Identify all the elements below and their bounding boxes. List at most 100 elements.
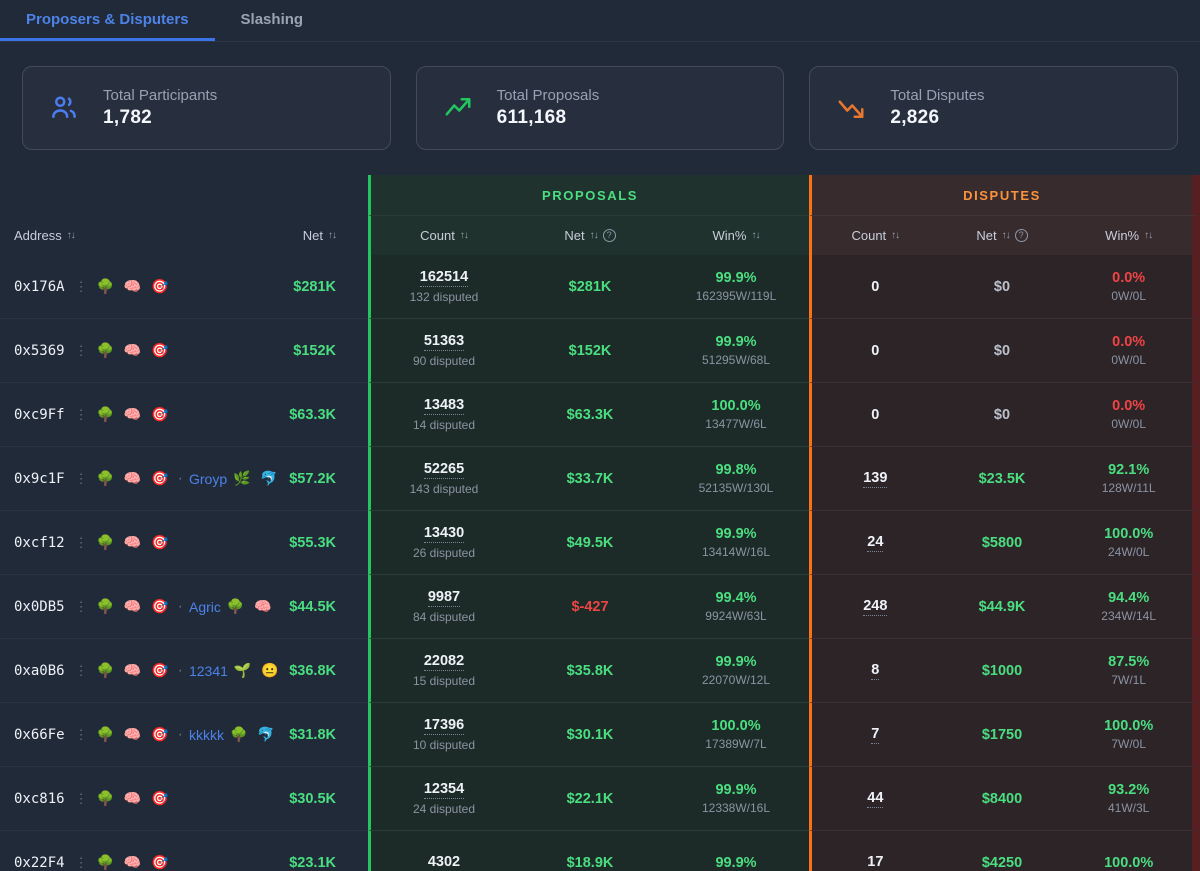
dispute-count[interactable]: 44	[867, 790, 884, 808]
cell-stack: $1750	[939, 703, 1066, 766]
kebab-menu-icon[interactable]: ⋮	[75, 471, 88, 487]
cell-stack: 162514 132 disputed	[371, 255, 517, 318]
kebab-menu-icon[interactable]: ⋮	[75, 791, 88, 807]
proposal-count[interactable]: 162514	[419, 269, 469, 287]
address-link[interactable]: 0xc9Ff	[14, 407, 65, 423]
proposal-count[interactable]: 9987	[427, 589, 461, 607]
sort-proposals-net-header[interactable]: Net ↑↓ ?	[517, 216, 663, 255]
table-row[interactable]: 0xc816 ⋮ 🌳 🧠 🎯 $30.5K 12354 24 disputed $22.1K…	[0, 767, 1200, 831]
cell-stack: 4302	[371, 831, 517, 871]
address-link[interactable]: 0xc816	[14, 791, 65, 807]
profile-name-link[interactable]: kkkkk	[189, 727, 224, 743]
dispute-record: 0W/0L	[1111, 417, 1146, 431]
kebab-menu-icon[interactable]: ⋮	[75, 279, 88, 295]
proposal-count[interactable]: 52265	[423, 461, 465, 479]
table-row[interactable]: 0xcf12 ⋮ 🌳 🧠 🎯 $55.3K 13430 26 disputed $49.5K…	[0, 511, 1200, 575]
net-header-label: Net	[976, 228, 997, 243]
sort-disputes-win-header[interactable]: Win% ↑↓	[1065, 216, 1192, 255]
kebab-menu-icon[interactable]: ⋮	[75, 663, 88, 679]
profile-name-emojis: 🌳 🧠	[226, 598, 275, 614]
proposal-count[interactable]: 51363	[423, 333, 465, 351]
kebab-menu-icon[interactable]: ⋮	[75, 407, 88, 423]
address-link[interactable]: 0x5369	[14, 343, 65, 359]
cell-stack: 0	[812, 255, 939, 318]
card-value: 611,168	[496, 107, 567, 128]
proposal-count[interactable]: 4302	[427, 854, 461, 871]
sort-proposals-count-header[interactable]: Count ↑↓	[371, 216, 517, 255]
disputes-cells: 17 $4250 100.0%	[809, 831, 1200, 871]
proposal-count[interactable]: 12354	[423, 781, 465, 799]
total-net-value: $30.5K	[289, 790, 336, 807]
users-icon	[52, 96, 76, 118]
address-link[interactable]: 0x0DB5	[14, 599, 65, 615]
dispute-count[interactable]: 7	[871, 726, 880, 744]
table-row[interactable]: 0x66Fe ⋮ 🌳 🧠 🎯 · kkkkk 🌳 🐬 $31.8K 17396 10 dispu…	[0, 703, 1200, 767]
sort-disputes-net-header[interactable]: Net ↑↓ ?	[939, 216, 1066, 255]
dispute-net: $0	[993, 278, 1011, 295]
info-icon[interactable]: ?	[1014, 229, 1028, 242]
address-badge-emojis: 🌳 🧠 🎯	[96, 854, 172, 870]
table-row[interactable]: 0x22F4 ⋮ 🌳 🧠 🎯 $23.1K 4302 $18.9K 99.9% 17 $4250…	[0, 831, 1200, 871]
dispute-net: $1000	[981, 662, 1023, 679]
kebab-menu-icon[interactable]: ⋮	[75, 855, 88, 871]
dispute-count: 0	[871, 278, 880, 295]
trend-down-icon	[838, 100, 864, 118]
tab-proposers-disputers[interactable]: Proposers & Disputers	[0, 0, 215, 41]
kebab-menu-icon[interactable]: ⋮	[75, 343, 88, 359]
table-row[interactable]: 0xa0B6 ⋮ 🌳 🧠 🎯 · 12341 🌱 😐 $36.8K 22082 15 dispu…	[0, 639, 1200, 703]
address-link[interactable]: 0x22F4	[14, 855, 65, 871]
dispute-count[interactable]: 8	[871, 662, 880, 680]
cell-stack: 99.4% 9924W/63L	[663, 575, 809, 638]
proposal-count[interactable]: 17396	[423, 717, 465, 735]
dispute-count[interactable]: 17	[867, 854, 884, 871]
card-text: Total Disputes 2,826	[890, 87, 984, 129]
cell-stack: 100.0% 13477W/6L	[663, 383, 809, 446]
table-row[interactable]: 0x176A ⋮ 🌳 🧠 🎯 $281K 162514 132 disputed $281K…	[0, 255, 1200, 319]
kebab-menu-icon[interactable]: ⋮	[75, 599, 88, 615]
dispute-count[interactable]: 24	[867, 534, 884, 552]
proposal-record: 51295W/68L	[701, 353, 771, 367]
win-header-label: Win%	[1105, 228, 1140, 243]
profile-name-link[interactable]: 12341	[189, 663, 228, 679]
sort-icon: ↑↓	[891, 230, 900, 241]
proposal-net: $281K	[568, 278, 612, 295]
tab-slashing[interactable]: Slashing	[215, 0, 330, 41]
proposal-count[interactable]: 13483	[423, 397, 465, 415]
address-link[interactable]: 0x176A	[14, 279, 65, 295]
sort-disputes-count-header[interactable]: Count ↑↓	[812, 216, 939, 255]
sort-address-header[interactable]: Address ↑↓	[14, 228, 76, 243]
table-row[interactable]: 0x9c1F ⋮ 🌳 🧠 🎯 · Groyp 🌿 🐬 $57.2K 52265 143 disp…	[0, 447, 1200, 511]
address-link[interactable]: 0xa0B6	[14, 663, 65, 679]
cell-stack: 22082 15 disputed	[371, 639, 517, 702]
table-row[interactable]: 0x0DB5 ⋮ 🌳 🧠 🎯 · Agric 🌳 🧠 $44.5K 9987 84 disput…	[0, 575, 1200, 639]
dispute-win-pct: 100.0%	[1104, 526, 1154, 542]
proposal-count[interactable]: 13430	[423, 525, 465, 543]
kebab-menu-icon[interactable]: ⋮	[75, 727, 88, 743]
address-badge-emojis: 🌳 🧠 🎯	[96, 726, 172, 742]
sort-net-header[interactable]: Net ↑↓	[303, 228, 337, 243]
disputes-cells: 139 $23.5K 92.1% 128W/11L	[809, 447, 1200, 511]
profile-name-link[interactable]: Agric	[189, 599, 221, 615]
table-row[interactable]: 0xc9Ff ⋮ 🌳 🧠 🎯 $63.3K 13483 14 disputed $63.3K…	[0, 383, 1200, 447]
address-cell: 0xc9Ff ⋮ 🌳 🧠 🎯 $63.3K	[0, 383, 368, 447]
profile-name-link[interactable]: Groyp	[189, 471, 227, 487]
sort-proposals-win-header[interactable]: Win% ↑↓	[663, 216, 809, 255]
dispute-record: 0W/0L	[1111, 353, 1146, 367]
address-link[interactable]: 0x66Fe	[14, 727, 65, 743]
cell-stack: $152K	[517, 319, 663, 382]
trend-up-icon	[445, 98, 471, 116]
kebab-menu-icon[interactable]: ⋮	[75, 535, 88, 551]
proposal-count[interactable]: 22082	[423, 653, 465, 671]
count-header-label: Count	[420, 228, 455, 243]
total-net-value: $31.8K	[289, 726, 336, 743]
total-participants-card: Total Participants 1,782	[22, 66, 391, 150]
table-row[interactable]: 0x5369 ⋮ 🌳 🧠 🎯 $152K 51363 90 disputed $152K 99…	[0, 319, 1200, 383]
dispute-count[interactable]: 248	[863, 598, 888, 616]
info-icon[interactable]: ?	[602, 229, 616, 242]
cell-stack: 92.1% 128W/11L	[1065, 447, 1192, 510]
dispute-count[interactable]: 139	[863, 470, 888, 488]
cell-stack: 99.9% 13414W/16L	[663, 511, 809, 574]
address-link[interactable]: 0xcf12	[14, 535, 65, 551]
proposal-net: $30.1K	[566, 726, 614, 743]
address-link[interactable]: 0x9c1F	[14, 471, 65, 487]
